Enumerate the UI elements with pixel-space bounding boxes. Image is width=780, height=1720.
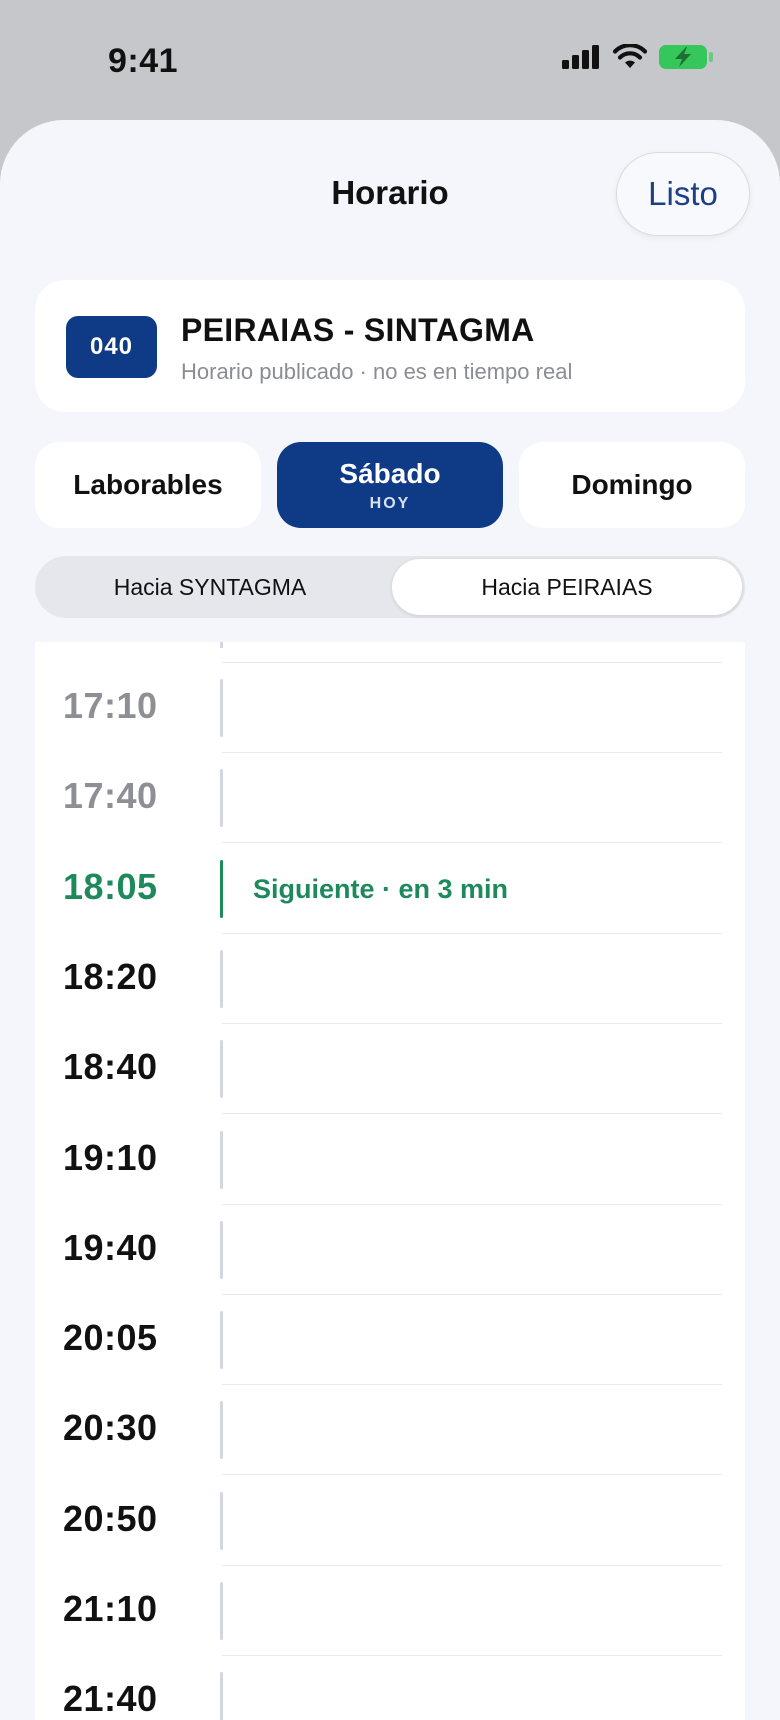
timeline-bar bbox=[220, 1220, 223, 1279]
timeline-stub bbox=[220, 642, 223, 648]
status-time: 9:41 bbox=[108, 42, 179, 80]
day-tabs: Laborables Sábado HOY Domingo bbox=[35, 442, 745, 528]
departure-row[interactable]: 20:50 bbox=[35, 1476, 745, 1566]
status-icons bbox=[562, 44, 714, 70]
departure-time: 18:20 bbox=[63, 955, 158, 997]
timeline-bar bbox=[220, 1491, 223, 1550]
departure-row[interactable]: 19:10 bbox=[35, 1115, 745, 1205]
timeline-bar bbox=[220, 1130, 223, 1189]
timeline-bar bbox=[220, 1040, 223, 1099]
tab-label: Domingo bbox=[571, 469, 693, 500]
tab-label: Sábado bbox=[339, 457, 441, 489]
departure-row[interactable]: 20:30 bbox=[35, 1385, 745, 1476]
departure-row[interactable]: 17:40 bbox=[35, 753, 745, 844]
route-subtitle: Horario publicado · no es en tiempo real bbox=[181, 359, 573, 384]
battery-charging-icon bbox=[659, 45, 713, 69]
departure-row[interactable]: 18:40 bbox=[35, 1024, 745, 1115]
timeline-bar bbox=[220, 1401, 223, 1460]
departure-time: 19:40 bbox=[63, 1226, 158, 1268]
departure-row[interactable]: 19:40 bbox=[35, 1205, 745, 1295]
direction-option-syntagma[interactable]: Hacia SYNTAGMA bbox=[35, 556, 385, 618]
departure-time: 21:40 bbox=[63, 1678, 158, 1720]
departure-time: 18:05 bbox=[63, 865, 158, 907]
departure-time: 21:10 bbox=[63, 1588, 158, 1629]
wifi-icon bbox=[612, 44, 648, 68]
schedule-sheet: Horario Listo 040 PEIRAIAS - SINTAGMA Ho… bbox=[0, 120, 780, 1720]
departure-row[interactable]: 18:20 bbox=[35, 934, 745, 1024]
timeline-bar bbox=[220, 949, 223, 1008]
direction-segmented-control: Hacia SYNTAGMA Hacia PEIRAIAS bbox=[35, 556, 745, 618]
route-card: 040 PEIRAIAS - SINTAGMA Horario publicad… bbox=[35, 280, 745, 412]
departure-time: 19:10 bbox=[63, 1136, 158, 1178]
departure-time: 20:30 bbox=[63, 1407, 158, 1449]
status-bar: 9:41 bbox=[0, 0, 780, 120]
departure-row[interactable]: 18:05 Siguiente · en 3 min bbox=[35, 844, 745, 934]
timeline-bar bbox=[220, 1311, 223, 1370]
tab-domingo[interactable]: Domingo bbox=[519, 442, 745, 528]
departure-row[interactable]: 21:10 bbox=[35, 1566, 745, 1656]
route-name: PEIRAIAS - SINTAGMA bbox=[181, 312, 535, 348]
timeline-bar bbox=[220, 769, 223, 828]
timeline-bar bbox=[220, 1672, 223, 1720]
timeline-bar bbox=[220, 679, 223, 737]
departure-row[interactable]: 21:40 bbox=[35, 1656, 745, 1720]
today-label: HOY bbox=[369, 494, 411, 512]
departure-time: 17:40 bbox=[63, 775, 158, 817]
timeline-bar bbox=[220, 1582, 223, 1640]
tab-sabado[interactable]: Sábado HOY bbox=[277, 442, 503, 528]
departures-list[interactable]: 17:10 17:40 18:05 Siguiente · en 3 min 18:20… bbox=[35, 642, 745, 1720]
departure-time: 20:05 bbox=[63, 1317, 158, 1359]
route-number-badge: 040 bbox=[66, 316, 157, 378]
departure-time: 17:10 bbox=[63, 685, 158, 726]
tab-label: Laborables bbox=[73, 469, 223, 500]
departure-time: 18:40 bbox=[63, 1046, 158, 1088]
cellular-signal-icon bbox=[562, 45, 599, 69]
timeline-bar bbox=[220, 859, 223, 918]
direction-option-peiraias[interactable]: Hacia PEIRAIAS bbox=[392, 559, 742, 615]
departure-row[interactable]: 20:05 bbox=[35, 1295, 745, 1386]
done-button[interactable]: Listo bbox=[616, 152, 750, 236]
next-departure-note: Siguiente · en 3 min bbox=[253, 873, 509, 904]
tab-laborables[interactable]: Laborables bbox=[35, 442, 261, 528]
departure-time: 20:50 bbox=[63, 1497, 158, 1539]
departure-row[interactable]: 17:10 bbox=[35, 663, 745, 753]
